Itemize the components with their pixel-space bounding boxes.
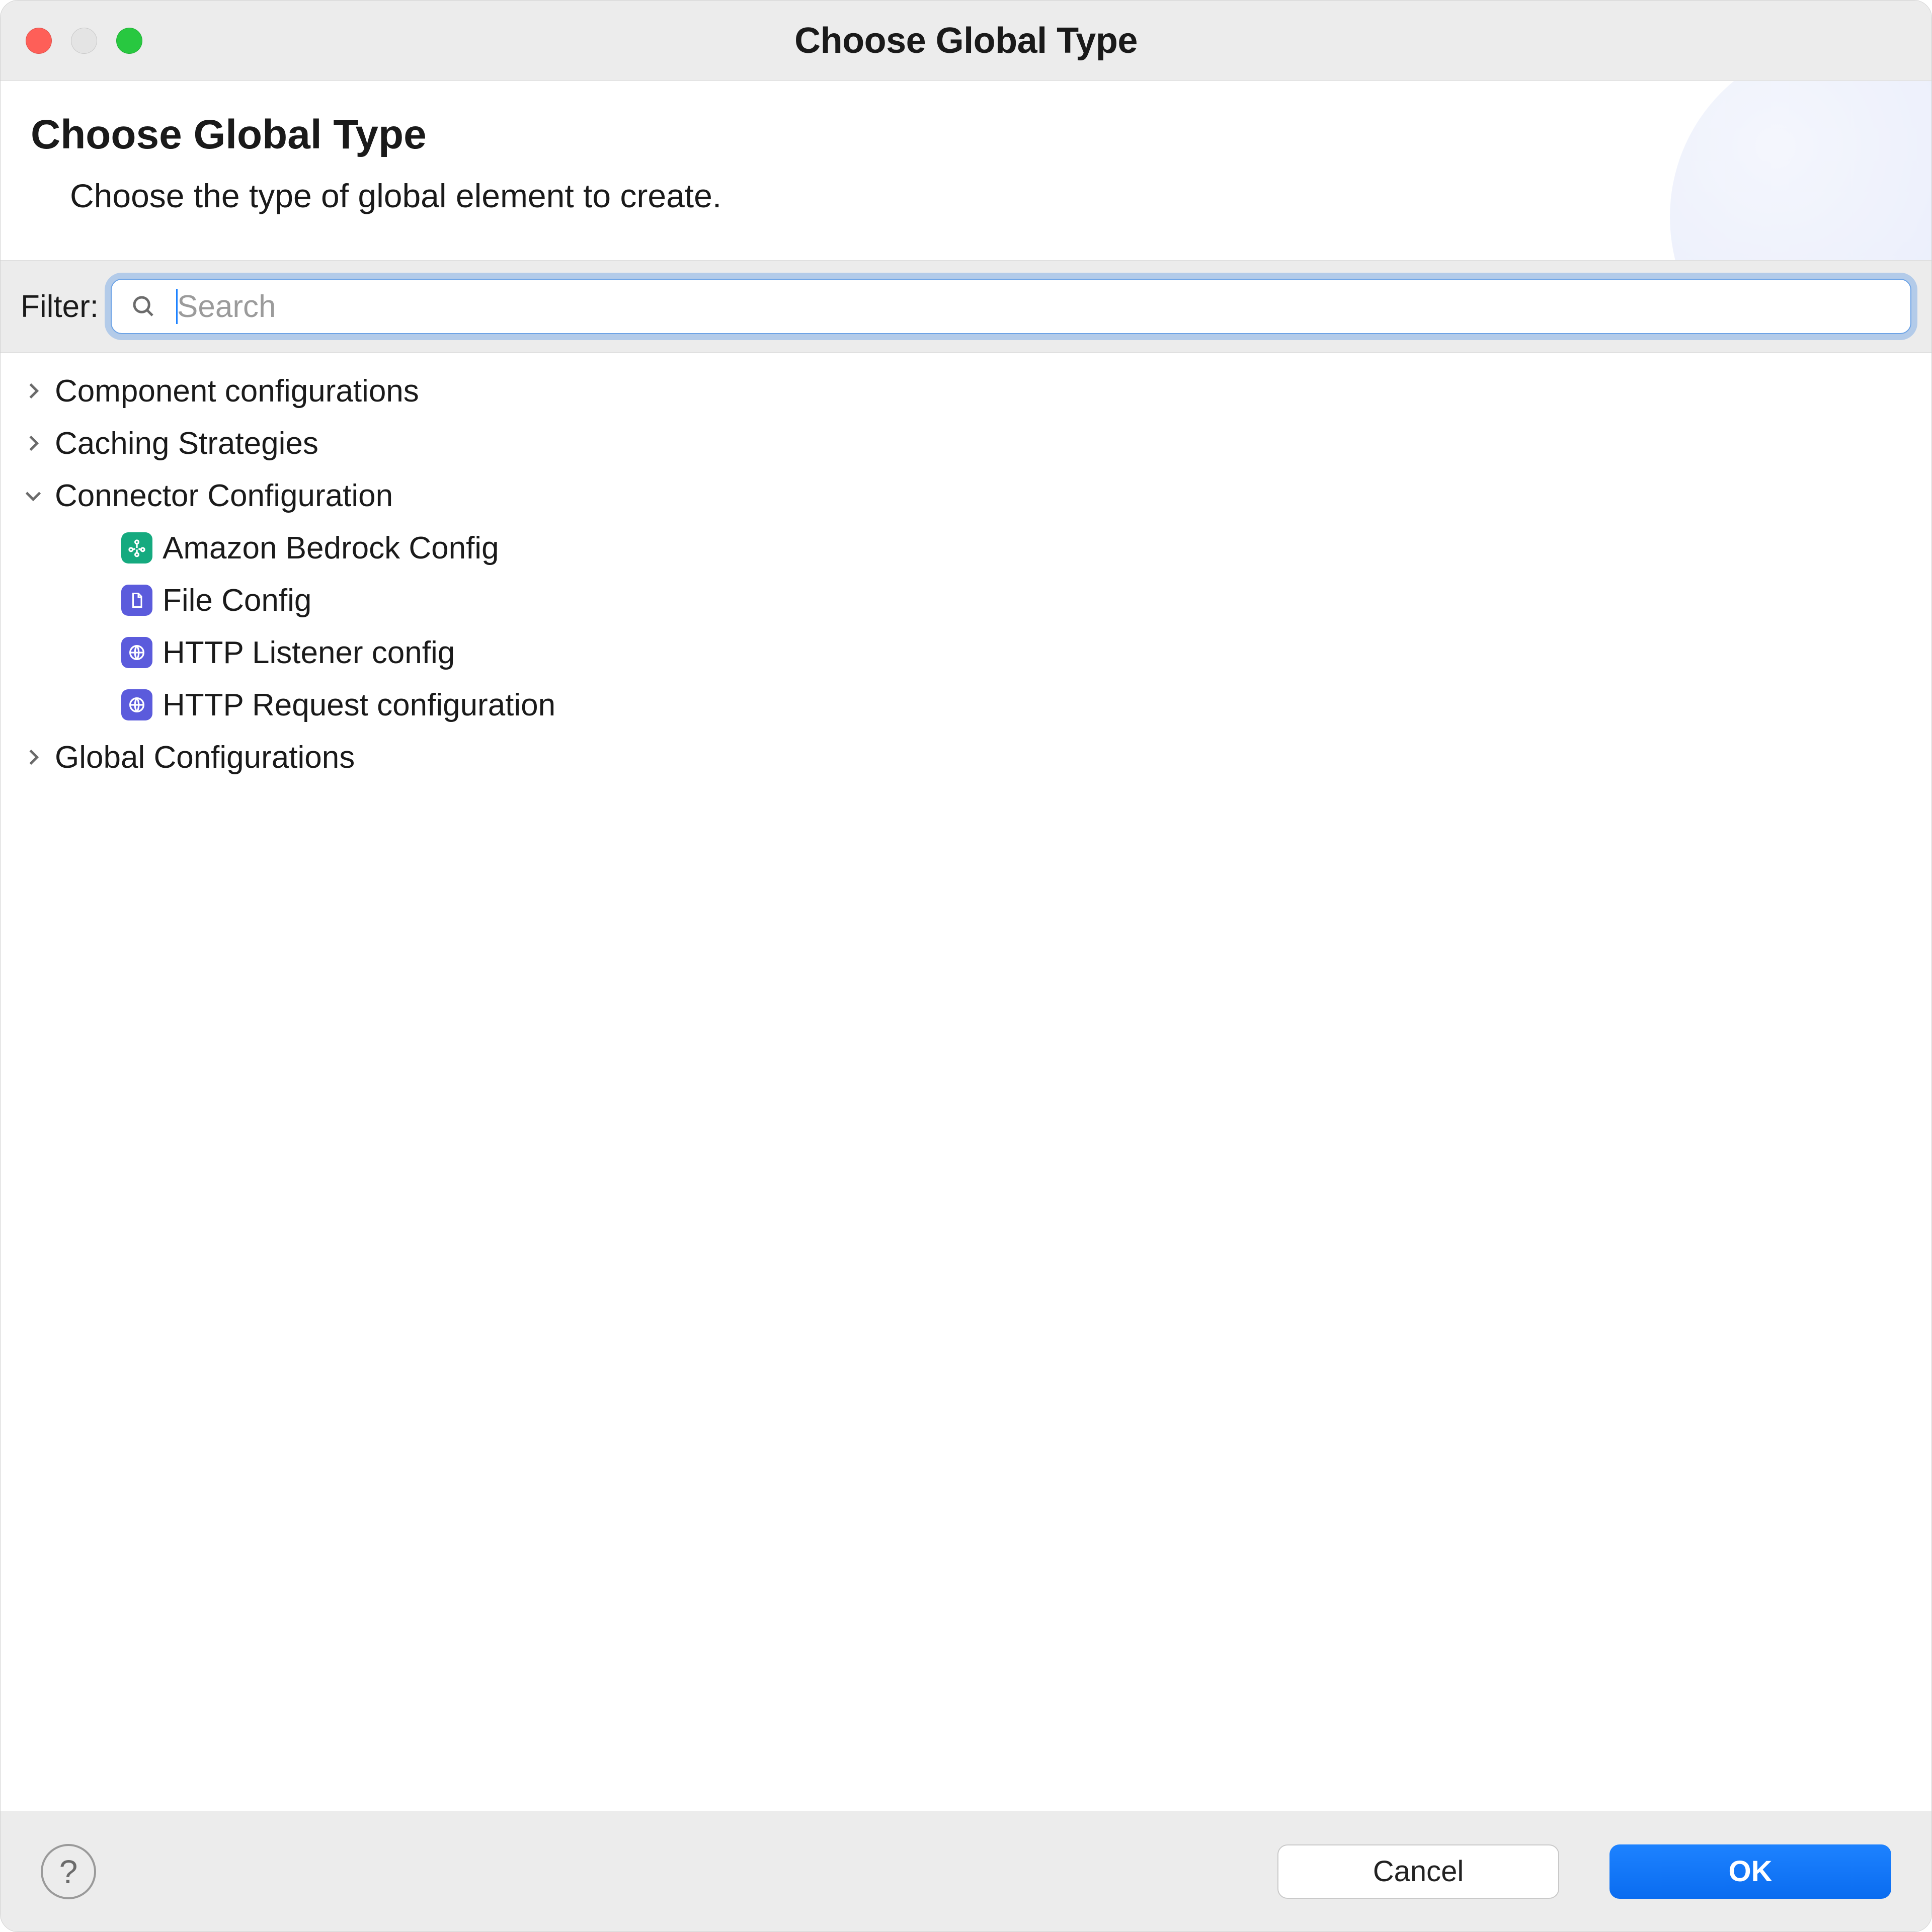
close-window-button[interactable] <box>26 28 52 54</box>
minimize-window-button[interactable] <box>71 28 97 54</box>
tree-item-http-listener-config[interactable]: HTTP Listener config <box>6 626 1926 679</box>
category-label: Component configurations <box>55 373 419 409</box>
tree-item-label: Amazon Bedrock Config <box>163 530 499 566</box>
search-input[interactable] <box>111 279 1911 334</box>
tree-item-file-config[interactable]: File Config <box>6 574 1926 626</box>
tree-item-label: HTTP Listener config <box>163 635 455 671</box>
titlebar: Choose Global Type <box>1 1 1931 81</box>
category-label: Connector Configuration <box>55 478 393 514</box>
http-listener-icon <box>121 637 152 668</box>
tree-item-label: HTTP Request configuration <box>163 687 555 723</box>
dialog-footer: ? Cancel OK <box>1 1811 1931 1931</box>
dialog-header: Choose Global Type Choose the type of gl… <box>1 81 1931 260</box>
chevron-right-icon <box>22 379 45 403</box>
help-button[interactable]: ? <box>41 1844 96 1899</box>
filter-label: Filter: <box>21 289 99 325</box>
category-component-configurations[interactable]: Component configurations <box>6 365 1926 417</box>
dialog-window: Choose Global Type Choose Global Type Ch… <box>0 0 1932 1932</box>
chevron-down-icon <box>22 484 45 507</box>
http-request-icon <box>121 689 152 720</box>
cancel-button[interactable]: Cancel <box>1277 1844 1559 1899</box>
chevron-right-icon <box>22 432 45 455</box>
tree-item-label: File Config <box>163 583 311 618</box>
tree-item-http-request-configuration[interactable]: HTTP Request configuration <box>6 679 1926 731</box>
category-global-configurations[interactable]: Global Configurations <box>6 731 1926 783</box>
window-controls <box>26 1 142 80</box>
category-connector-configuration[interactable]: Connector Configuration <box>6 469 1926 522</box>
category-label: Caching Strategies <box>55 426 318 461</box>
bedrock-icon <box>121 532 152 564</box>
window-title: Choose Global Type <box>794 20 1138 61</box>
search-wrapper <box>111 279 1911 334</box>
filter-bar: Filter: <box>1 260 1931 353</box>
category-caching-strategies[interactable]: Caching Strategies <box>6 417 1926 469</box>
maximize-window-button[interactable] <box>116 28 142 54</box>
header-decoration <box>1670 81 1931 260</box>
ok-button[interactable]: OK <box>1609 1844 1891 1899</box>
file-icon <box>121 585 152 616</box>
type-tree[interactable]: Component configurations Caching Strateg… <box>1 353 1931 1811</box>
chevron-right-icon <box>22 746 45 769</box>
page-title: Choose Global Type <box>31 111 1901 158</box>
tree-item-amazon-bedrock-config[interactable]: Amazon Bedrock Config <box>6 522 1926 574</box>
category-label: Global Configurations <box>55 740 355 775</box>
page-subtitle: Choose the type of global element to cre… <box>70 177 1901 215</box>
